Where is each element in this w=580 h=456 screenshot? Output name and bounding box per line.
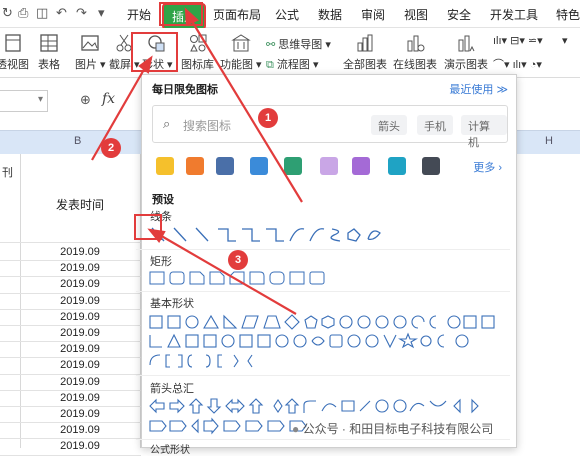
step-badge-2: 2 <box>101 138 121 158</box>
annotation-arrows <box>91 7 303 315</box>
wechat-logo-icon: ● <box>292 422 300 436</box>
row-line <box>0 454 141 456</box>
step-badge-3: 3 <box>228 250 248 270</box>
step-badge-1: 1 <box>258 108 278 128</box>
watermark-text: 公众号 · 和田目标电子科技有限公司 <box>302 422 494 436</box>
watermark: ● 公众号 · 和田目标电子科技有限公司 <box>292 420 493 437</box>
